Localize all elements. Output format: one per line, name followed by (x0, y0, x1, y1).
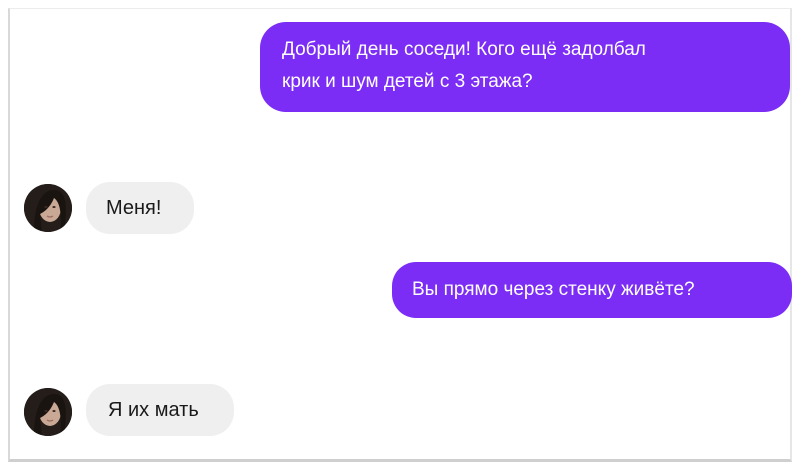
message-text: Меня! (106, 197, 162, 219)
message-line-2: крик и шум детей с 3 этажа? (282, 71, 533, 92)
message-text: Я их мать (108, 399, 199, 421)
incoming-message-1: Меня! (86, 182, 194, 234)
sender-avatar-icon[interactable] (24, 184, 72, 232)
message-line-1: Добрый день соседи! Кого ещё задолбал (282, 39, 646, 60)
avatar-photo-icon (24, 388, 72, 436)
message-text: Вы прямо через стенку живёте? (412, 279, 695, 300)
outgoing-message-2: Вы прямо через стенку живёте? (392, 262, 792, 318)
incoming-message-2: Я их мать (86, 384, 234, 436)
sender-avatar-icon[interactable] (24, 388, 72, 436)
outgoing-message-1: Добрый день соседи! Кого ещё задолбал кр… (260, 22, 790, 112)
avatar-photo-icon (24, 184, 72, 232)
chat-screenshot: Добрый день соседи! Кого ещё задолбал кр… (0, 0, 800, 470)
